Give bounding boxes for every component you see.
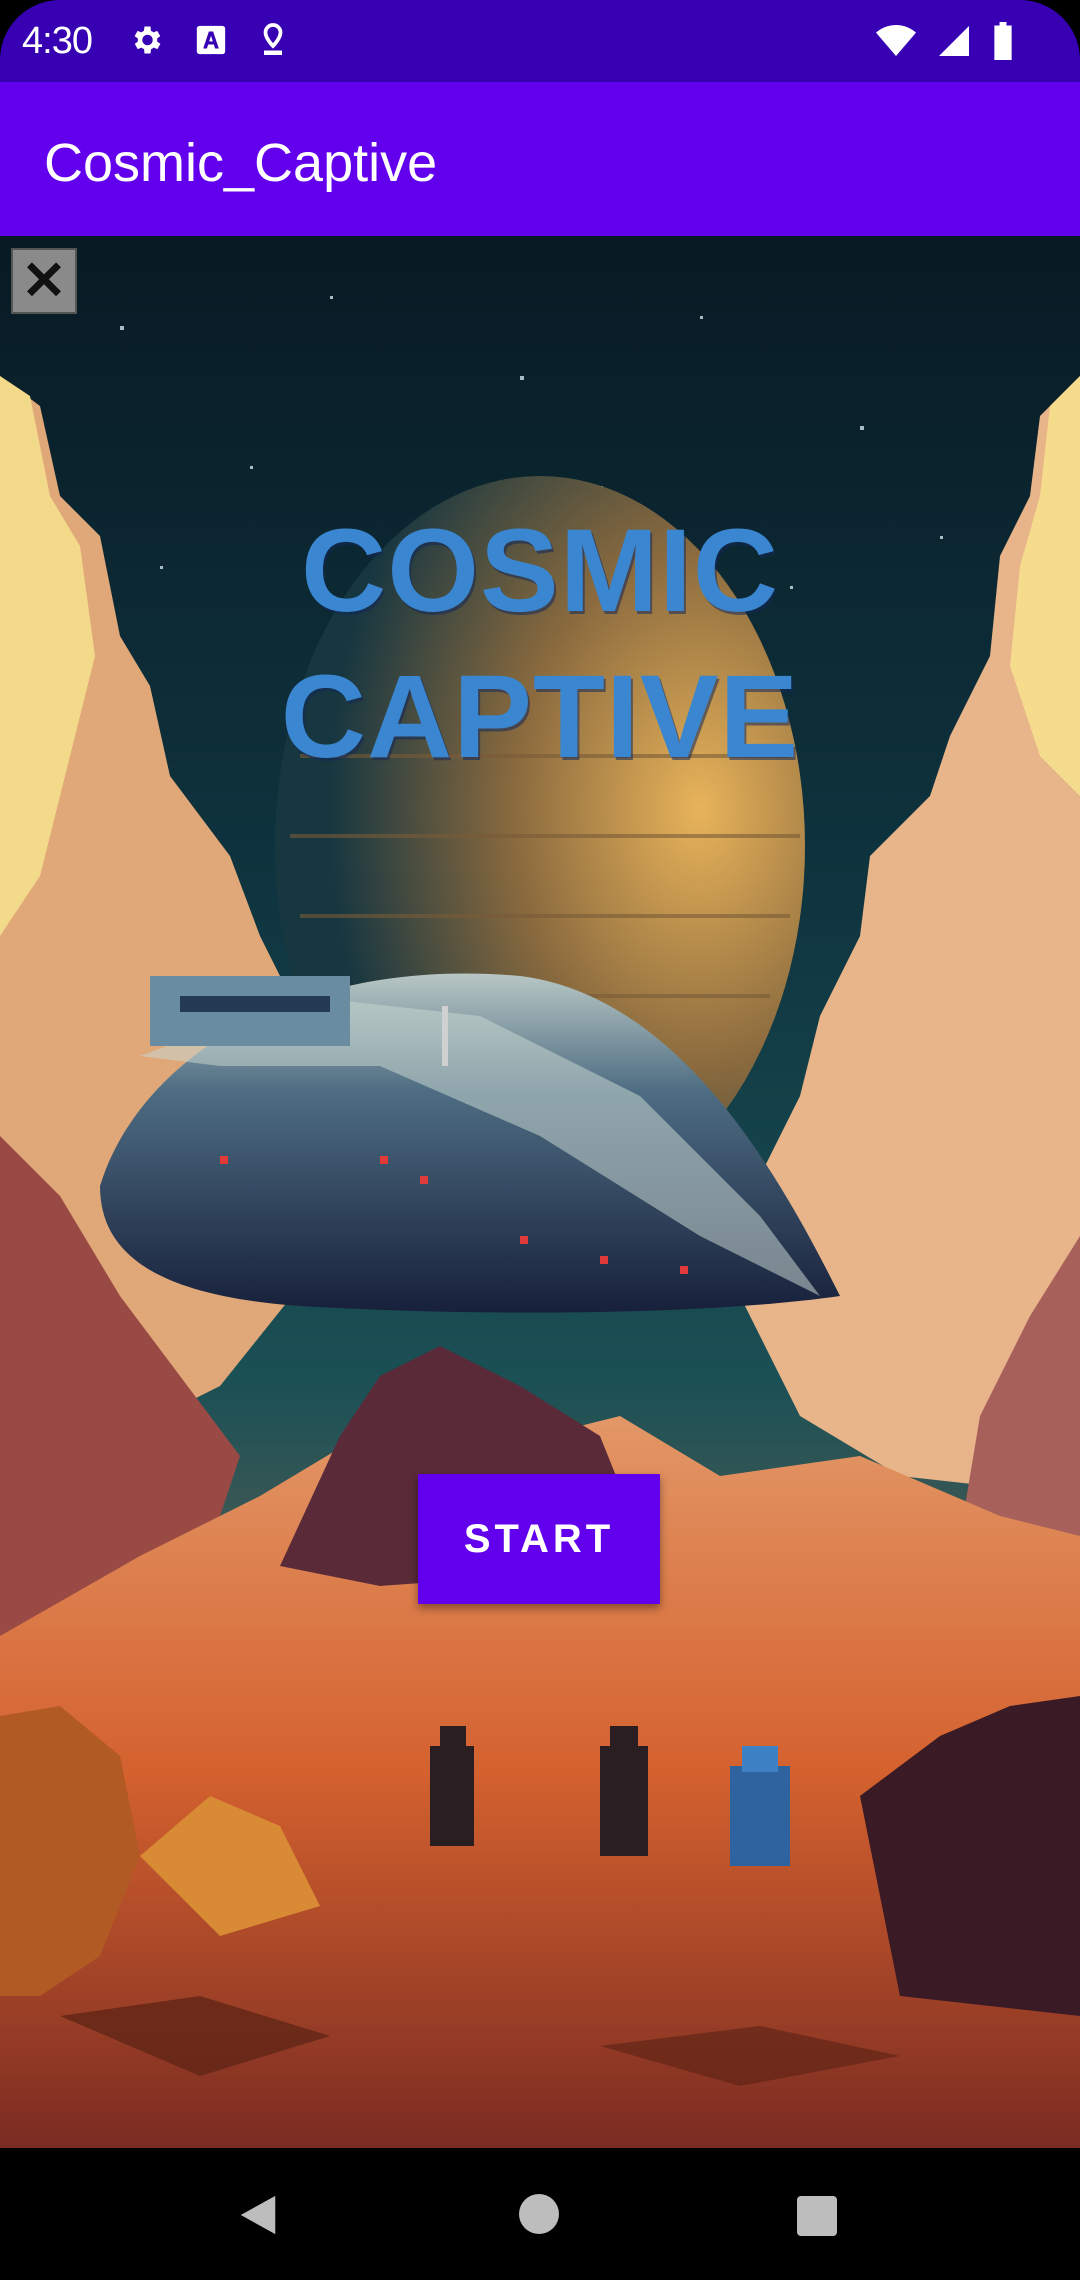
game-title-line-2: CAPTIVE [280, 651, 800, 783]
app-bar: Cosmic_Captive [0, 82, 1080, 236]
status-icons-left [128, 22, 288, 58]
settings-gear-icon [134, 26, 161, 54]
game-scene: ✕ COSMIC CAPTIVE START [0, 236, 1080, 2148]
font-a-icon [196, 25, 226, 55]
back-triangle-icon[interactable] [236, 2192, 280, 2238]
status-icons-right [876, 22, 1014, 60]
start-button[interactable]: START [418, 1474, 660, 1604]
game-title-line-1: COSMIC [301, 505, 779, 637]
close-button[interactable]: ✕ [11, 248, 77, 314]
signal-icon [939, 26, 969, 56]
battery-icon [994, 22, 1012, 60]
status-bar: 4:30 [0, 0, 1080, 82]
location-pin-icon [263, 23, 283, 55]
status-time: 4:30 [22, 20, 93, 62]
navigation-bar [0, 2148, 1080, 2280]
recents-square-icon[interactable] [797, 2196, 837, 2236]
game-title: COSMIC CAPTIVE [0, 498, 1080, 790]
app-title: Cosmic_Captive [44, 133, 438, 193]
wifi-icon [876, 25, 916, 56]
home-circle-icon[interactable] [519, 2194, 559, 2234]
